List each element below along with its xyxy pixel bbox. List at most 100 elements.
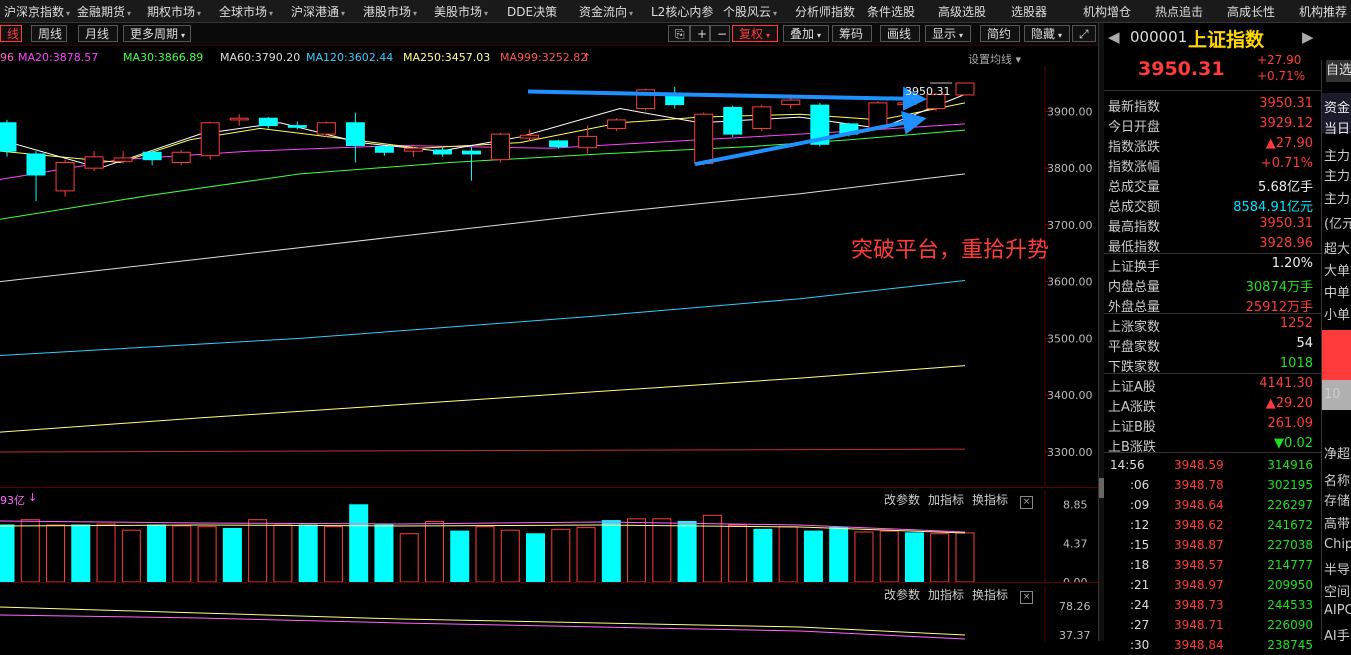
quote-row: 上涨家数 1252	[1108, 314, 1313, 335]
tick-volume: 214777	[1267, 558, 1313, 572]
toolbar-button-left-2[interactable]: 月线	[78, 25, 118, 42]
menu-item-18[interactable]: 机构推荐	[1299, 3, 1347, 20]
candle[interactable]	[0, 119, 17, 157]
candle[interactable]	[171, 150, 191, 166]
tick-row: :09 3948.64 226297	[1108, 495, 1313, 515]
volume-bar	[677, 520, 697, 582]
candle[interactable]	[694, 112, 714, 166]
toolbar-button-right-4[interactable]: 叠加 ▾	[783, 25, 829, 42]
menu-item-13[interactable]: 高级选股	[938, 3, 986, 20]
toolbar-button-right-9[interactable]: 隐藏 ▾	[1024, 25, 1070, 42]
chevron-down-icon: ▾	[413, 9, 418, 18]
candle[interactable]	[955, 82, 975, 96]
candle[interactable]	[752, 104, 772, 132]
menu-item-17[interactable]: 高成长性	[1227, 3, 1275, 20]
toolbar-button-right-2[interactable]: −	[710, 25, 730, 42]
candle[interactable]	[461, 146, 481, 181]
candlestick-chart[interactable]: 3900.00 3800.00 3700.00 3600.00 3500.00 3400.…	[0, 66, 1098, 486]
menu-item-label: DDE决策	[507, 5, 558, 19]
candle[interactable]	[723, 105, 743, 137]
menu-item-1[interactable]: 金融期货 ▾	[77, 3, 131, 20]
toolbar-button-right-6[interactable]: 画线	[880, 25, 920, 42]
candle[interactable]	[200, 121, 220, 160]
volume-bar	[702, 514, 722, 582]
menu-item-6[interactable]: 美股市场 ▾	[434, 3, 488, 20]
ma-legend-2: MA30:3866.89	[123, 51, 204, 64]
ma-legend-0: 96	[0, 51, 14, 64]
menu-item-9[interactable]: L2核心内参	[651, 3, 713, 20]
toolbar-button-left-3[interactable]: 更多周期 ▾	[123, 25, 191, 42]
add-watchlist-button[interactable]: 自选	[1326, 60, 1351, 82]
menu-item-4[interactable]: 沪深港通 ▾	[291, 3, 345, 20]
candle[interactable]	[403, 146, 423, 157]
y-tick-label: 3800.00	[1047, 162, 1093, 175]
quote-row: 平盘家数 54	[1108, 334, 1313, 355]
candle[interactable]	[432, 146, 452, 157]
toolbar-button-right-7[interactable]: 显示 ▾	[925, 25, 971, 42]
menu-item-label: 沪深港通	[291, 5, 340, 19]
ma-legend-8[interactable]: 设置均线 ▾	[968, 51, 1021, 67]
quote-row: 上B涨跌 ▼0.02	[1108, 434, 1313, 455]
candle[interactable]	[897, 100, 917, 107]
volume-bar	[475, 526, 495, 582]
candle[interactable]	[665, 87, 685, 109]
toolbar-button-label: 叠加	[790, 27, 815, 41]
candle[interactable]	[26, 151, 46, 202]
volume-bar	[298, 524, 318, 582]
menu-item-0[interactable]: 沪深京指数 ▾	[4, 3, 70, 20]
candle[interactable]	[491, 132, 511, 163]
candle[interactable]	[258, 117, 278, 129]
prev-stock-icon[interactable]: ◀	[1108, 28, 1120, 46]
toolbar-button-left-0[interactable]: 线	[0, 25, 22, 42]
toolbar-button-right-1[interactable]: +	[690, 25, 710, 42]
menu-item-2[interactable]: 期权市场 ▾	[147, 3, 201, 20]
quote-row: 总成交量 5.68亿手	[1108, 174, 1313, 195]
quote-row: 上A涨跌 ▲29.20	[1108, 394, 1313, 415]
toolbar-button-right-0[interactable]: ⎘	[668, 25, 690, 42]
menu-item-3[interactable]: 全球市场 ▾	[219, 3, 273, 20]
menu-item-10[interactable]: 个股风云 ▾	[723, 3, 777, 20]
toolbar-button-right-10[interactable]: ⤢	[1072, 25, 1096, 42]
tick-time: 14:56	[1110, 458, 1145, 472]
candle[interactable]	[229, 114, 249, 126]
candle[interactable]	[607, 118, 627, 132]
volume-bar	[374, 524, 394, 582]
menu-item-8[interactable]: 资金流向 ▾	[579, 3, 633, 20]
candle[interactable]	[316, 121, 336, 137]
toolbar-button-right-8[interactable]: 简约	[980, 25, 1020, 42]
volume-chart[interactable]: 8.854.370.00	[0, 490, 1098, 582]
menu-item-15[interactable]: 机构增仓	[1083, 3, 1131, 20]
menu-item-7[interactable]: DDE决策	[507, 3, 557, 20]
toolbar-button-right-3[interactable]: 复权 ▾	[732, 25, 778, 42]
menu-item-11[interactable]: 分析师指数	[795, 3, 855, 20]
quote-row-value: 4141.30	[1259, 376, 1313, 391]
menu-item-5[interactable]: 港股市场 ▾	[363, 3, 417, 20]
volume-bar	[121, 529, 141, 582]
menu-item-14[interactable]: 选股器	[1011, 3, 1047, 20]
tick-time: :30	[1130, 638, 1150, 652]
menu-item-label: 分析师指数	[795, 5, 856, 19]
fund-flow-item: 空间	[1324, 585, 1351, 600]
volume-bar	[172, 525, 192, 582]
candle[interactable]	[55, 159, 75, 197]
next-stock-icon[interactable]: ▶	[1302, 28, 1314, 46]
tick-price: 3948.73	[1174, 598, 1224, 612]
menu-item-12[interactable]: 条件选股	[867, 3, 915, 20]
candle[interactable]	[374, 145, 394, 156]
candle[interactable]	[142, 150, 162, 166]
ma-legend-3: MA60:3790.20	[220, 51, 301, 64]
toolbar-button-left-1[interactable]: 周线	[31, 25, 67, 42]
toolbar-button-label: ⤢	[1079, 27, 1089, 41]
candle[interactable]	[578, 125, 598, 154]
candle[interactable]	[345, 112, 365, 163]
candle[interactable]	[84, 151, 104, 171]
candle[interactable]	[113, 151, 133, 164]
ma-legend-4: MA120:3602.44	[306, 51, 394, 64]
toolbar-button-right-5[interactable]: 筹码	[832, 25, 872, 42]
ma60-line	[0, 173, 966, 283]
quote-row-value: 3928.96	[1259, 236, 1313, 251]
menu-item-16[interactable]: 热点追击	[1155, 3, 1203, 20]
oscillator-chart[interactable]: 78.26 37.37	[0, 585, 1098, 641]
ma-legend-1: MA20:3878.57	[18, 51, 99, 64]
quote-row-key: 最高指数	[1108, 220, 1161, 235]
